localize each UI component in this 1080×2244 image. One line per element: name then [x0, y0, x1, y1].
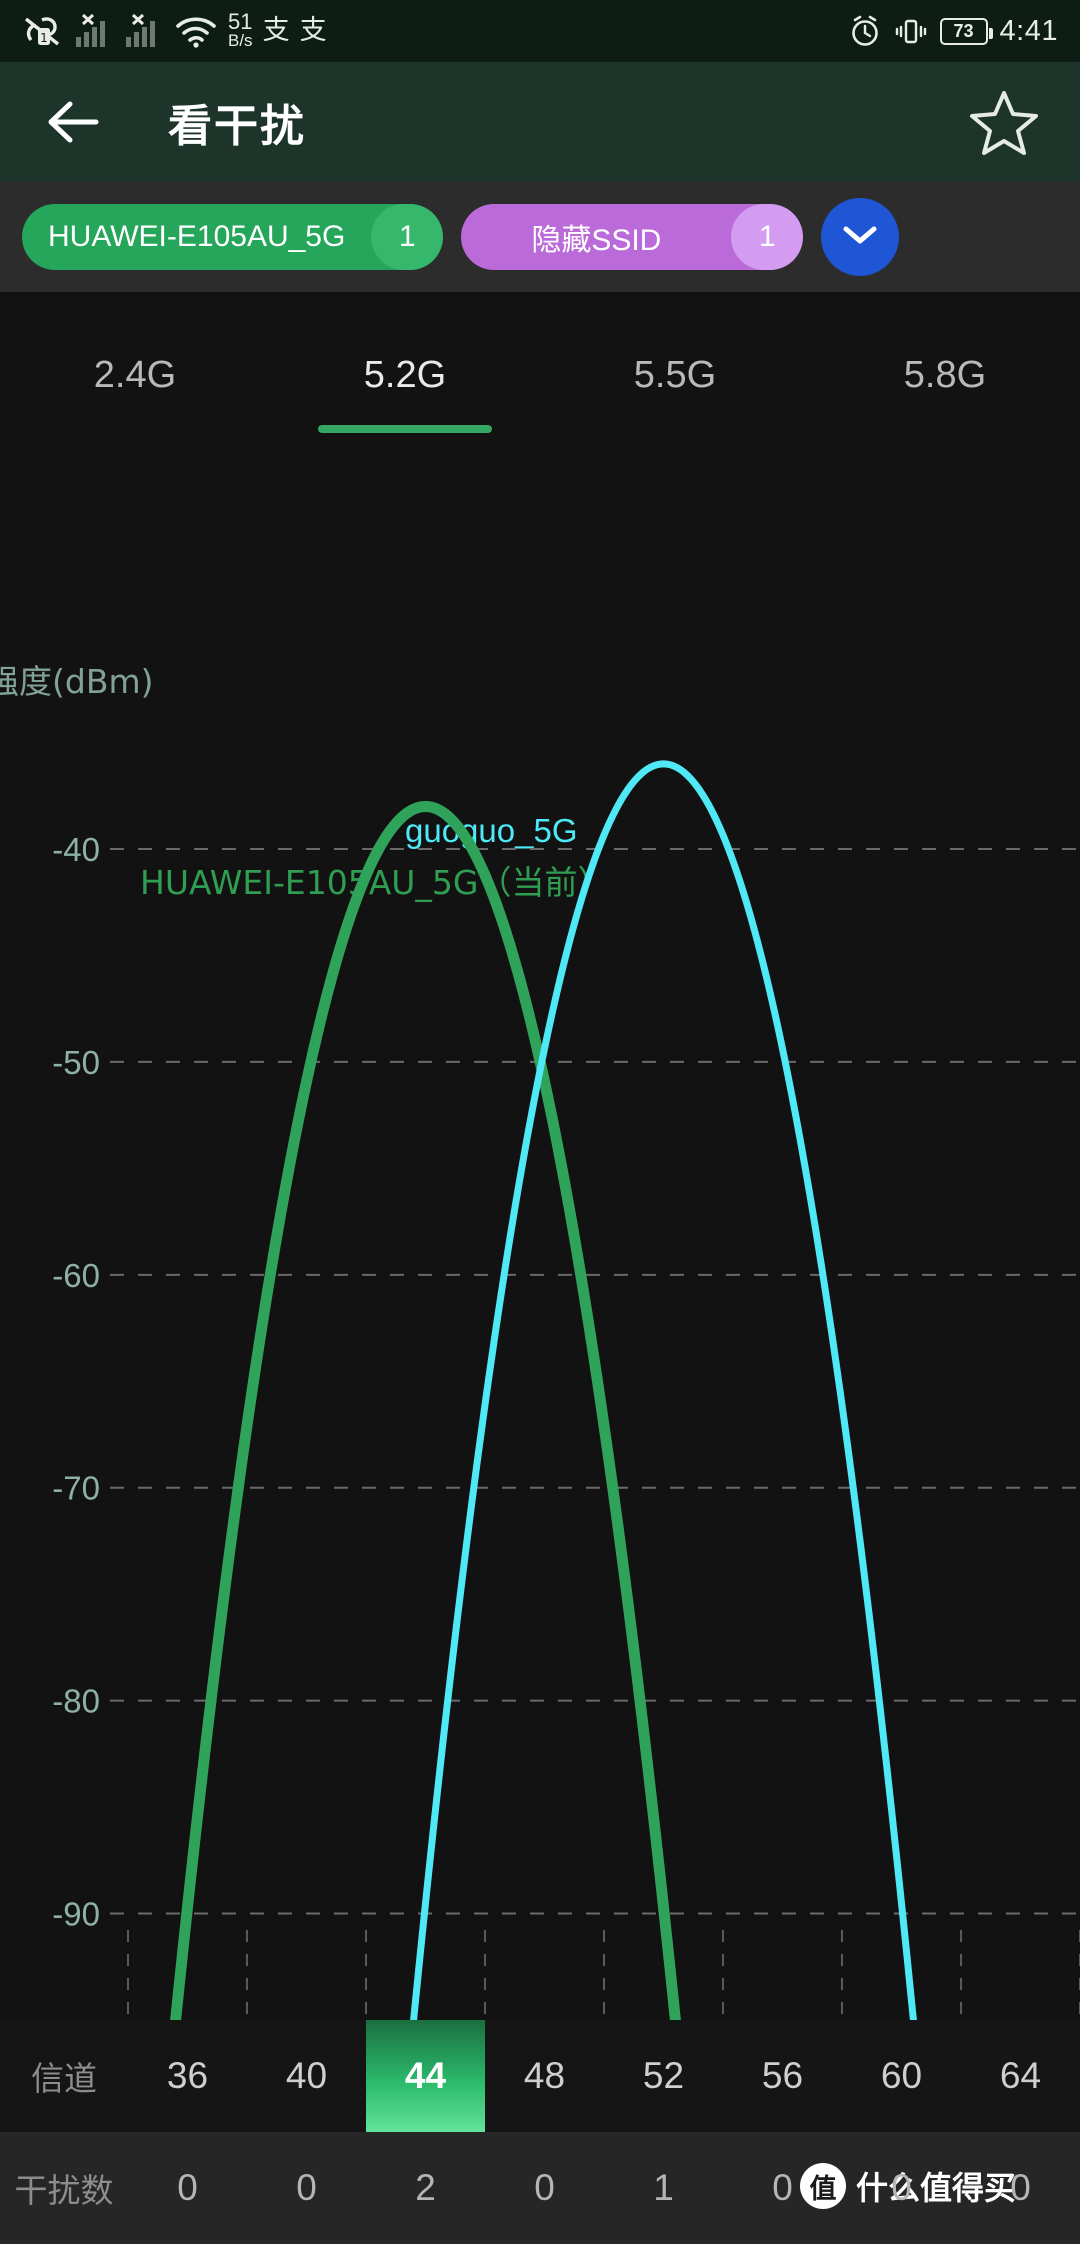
interference-value: 0: [534, 2167, 555, 2208]
interference-chart: -40 -50 -60 -70 -80 -90: [52, 760, 1080, 2020]
channel-value: 60: [880, 2055, 923, 2096]
network-speed-value: 51: [228, 9, 253, 34]
status-bar-right: 73 4:41: [848, 14, 1058, 48]
ssid-pill-label: 隐藏SSID: [531, 224, 662, 257]
tab-label: 5.8G: [903, 354, 987, 396]
ssid-filter-bar: HUAWEI-E105AU_5G 1 隐藏SSID 1: [0, 182, 1080, 292]
tab-indicator: [858, 425, 1032, 433]
channel-value: 64: [999, 2055, 1042, 2096]
interference-value: 0: [1010, 2167, 1031, 2208]
interference-cell: 0: [128, 2132, 247, 2244]
channel-cell[interactable]: 60: [842, 2020, 961, 2132]
svg-text:-50: -50: [52, 1044, 100, 1081]
interference-value: 0: [296, 2167, 317, 2208]
interference-value: 1: [653, 2167, 674, 2208]
status-bar: 1 51 B/s 支 支 73 4:41: [0, 0, 1080, 62]
channel-row: 信道 36 40 44 48 52 56 60 64: [0, 2020, 1080, 2132]
tab-indicator: [48, 425, 222, 433]
channel-value: 40: [285, 2055, 328, 2096]
channel-cell[interactable]: 52: [604, 2020, 723, 2132]
channel-cell[interactable]: 40: [247, 2020, 366, 2132]
app-bar: 看干扰: [0, 62, 1080, 182]
tab-label: 5.2G: [363, 354, 447, 396]
channel-cell[interactable]: 36: [128, 2020, 247, 2132]
tab-label: 5.5G: [633, 354, 717, 396]
ssid-pill-label: HUAWEI-E105AU_5G: [48, 220, 346, 253]
interference-cell: 0: [485, 2132, 604, 2244]
ssid-pill-hidden[interactable]: 隐藏SSID 1: [461, 204, 804, 270]
svg-text:-60: -60: [52, 1257, 100, 1294]
svg-text:1: 1: [40, 31, 48, 45]
back-arrow-icon[interactable]: [40, 87, 110, 157]
svg-text:-90: -90: [52, 1896, 100, 1933]
ssid-pill-count: 1: [731, 204, 804, 270]
app-root: 1 51 B/s 支 支 73 4:41 看干扰 HUAWEI-E105AU_5…: [0, 0, 1080, 2244]
tab-5-2g[interactable]: 5.2G: [270, 292, 540, 433]
channel-cell[interactable]: 48: [485, 2020, 604, 2132]
expand-ssid-list-button[interactable]: [821, 198, 900, 276]
battery-icon: 73: [939, 17, 993, 45]
watermark-badge: 值: [800, 2163, 846, 2209]
interference-value: 0: [891, 2167, 912, 2208]
interference-row-label: 干扰数: [14, 2171, 114, 2210]
nfc-off-icon: 1: [22, 14, 64, 48]
page-title: 看干扰: [168, 101, 306, 152]
interference-cell: 1: [604, 2132, 723, 2244]
tab-indicator: [588, 425, 762, 433]
channel-value: 48: [523, 2055, 566, 2096]
watermark-text: 什么值得买: [856, 2169, 1017, 2207]
status-bar-left: 1 51 B/s 支 支: [22, 9, 327, 51]
vibrate-icon: [894, 14, 928, 48]
ime-icon-2: 支: [299, 15, 327, 46]
channel-cell-selected[interactable]: 44: [366, 2020, 485, 2132]
star-outline-icon[interactable]: [968, 86, 1040, 158]
signal-no-service-1-icon: [74, 13, 114, 49]
interference-value: 2: [415, 2167, 436, 2208]
interference-value: 0: [772, 2167, 793, 2208]
wifi-icon: [174, 13, 218, 49]
channel-value: 56: [761, 2055, 804, 2096]
tab-2-4g[interactable]: 2.4G: [0, 292, 270, 433]
channel-value: 44: [404, 2055, 447, 2096]
channel-value: 36: [166, 2055, 209, 2096]
battery-level: 73: [953, 20, 974, 41]
channel-row-label: 信道: [31, 2059, 97, 2098]
band-tabs: 2.4G 5.2G 5.5G 5.8G: [0, 292, 1080, 433]
chevron-down-icon: [840, 222, 880, 253]
ssid-pill-current[interactable]: HUAWEI-E105AU_5G 1: [22, 204, 444, 270]
ime-icon-1: 支: [262, 15, 290, 46]
svg-text:-40: -40: [52, 831, 100, 868]
ssid-pill-count: 1: [371, 204, 444, 270]
tab-label: 2.4G: [93, 354, 177, 396]
channel-cell[interactable]: 56: [723, 2020, 842, 2132]
network-speed: 51 B/s: [228, 9, 253, 51]
alarm-icon: [848, 14, 882, 48]
status-bar-clock: 4:41: [999, 14, 1058, 47]
svg-text:-70: -70: [52, 1470, 100, 1507]
tab-5-8g[interactable]: 5.8G: [810, 292, 1080, 433]
interference-cell: 0: [247, 2132, 366, 2244]
network-speed-unit: B/s: [228, 31, 253, 50]
y-axis-label: 强度(dBm): [0, 662, 154, 701]
channel-value: 52: [642, 2055, 685, 2096]
tab-5-5g[interactable]: 5.5G: [540, 292, 810, 433]
channel-cell[interactable]: 64: [961, 2020, 1080, 2132]
interference-cell: 2: [366, 2132, 485, 2244]
svg-text:-80: -80: [52, 1683, 100, 1720]
signal-no-service-2-icon: [124, 13, 164, 49]
interference-value: 0: [177, 2167, 198, 2208]
tab-indicator: [318, 425, 492, 433]
